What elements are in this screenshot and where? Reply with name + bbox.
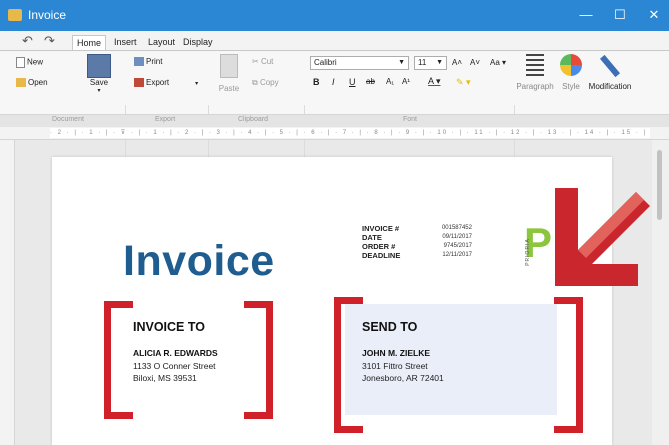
vertical-scrollbar[interactable] — [652, 140, 669, 445]
paragraph-button[interactable]: Paragraph — [516, 54, 554, 91]
window-titlebar: Invoice — ☐ ✕ — [0, 0, 669, 31]
send-to-name: JOHN M. ZIELKE — [362, 348, 431, 358]
style-button[interactable]: Style — [556, 54, 586, 91]
new-button[interactable]: New — [16, 57, 43, 68]
save-dropdown-icon[interactable]: ▾ — [84, 87, 114, 94]
undo-icon[interactable]: ↶ — [22, 33, 33, 49]
paragraph-icon — [526, 54, 544, 76]
send-to-heading: SEND TO — [362, 320, 418, 334]
save-button[interactable]: Save ▾ — [84, 54, 114, 94]
strikethrough-icon[interactable]: ab — [366, 77, 375, 86]
redo-icon[interactable]: ↷ — [44, 33, 55, 49]
tab-layout[interactable]: Layout — [144, 35, 179, 50]
send-to-address-line2: Jonesboro, AR 72401 — [362, 373, 444, 383]
ribbon-group-labels: Document Export Clipboard Font — [0, 114, 669, 127]
tab-display[interactable]: Display — [179, 35, 217, 50]
highlight-icon[interactable]: ✎ ▾ — [456, 77, 471, 88]
superscript-icon[interactable]: A¹ — [402, 77, 410, 86]
folder-icon — [16, 78, 26, 88]
scrollbar-thumb[interactable] — [657, 150, 662, 220]
subscript-icon[interactable]: A₁ — [386, 77, 394, 86]
window-title: Invoice — [28, 8, 67, 22]
change-case-icon[interactable]: Aa ▾ — [490, 58, 506, 67]
save-icon — [87, 54, 111, 78]
invoice-meta-values: 001587452 09/11/2017 9745/2017 12/11/201… — [441, 225, 472, 258]
font-size-select[interactable]: 11 ▼ — [414, 56, 447, 70]
highlight-bracket-right — [244, 301, 273, 419]
chevron-down-icon: ▼ — [398, 59, 405, 66]
group-label-clipboard: Clipboard — [238, 116, 268, 123]
send-to-address-line1: 3101 Fittro Street — [362, 361, 428, 371]
shrink-font-icon[interactable]: A˅ — [470, 58, 480, 67]
paste-icon — [220, 54, 238, 78]
close-button[interactable]: ✕ — [634, 3, 669, 27]
export-icon — [134, 78, 144, 88]
chevron-down-icon: ▼ — [436, 59, 443, 66]
app-icon — [8, 9, 22, 21]
underline-icon[interactable]: U — [349, 77, 356, 87]
font-color-icon[interactable]: A ▾ — [428, 76, 441, 87]
company-logo-text: PRIORIA — [524, 238, 531, 266]
group-label-document: Document — [52, 116, 84, 123]
modification-button[interactable]: Modification — [588, 54, 632, 91]
print-button[interactable]: Print — [134, 57, 162, 67]
font-family-select[interactable]: Calibri ▼ — [310, 56, 409, 70]
document-page[interactable]: Invoice INVOICE # DATE ORDER # DEADLINE … — [52, 157, 612, 445]
horizontal-ruler[interactable]: · 2 · | · 1 · | · ⊽ · | · 1 · | · 2 · | … — [0, 127, 669, 140]
export-button[interactable]: Export ▾ — [134, 78, 198, 88]
group-label-font: Font — [403, 116, 418, 123]
grow-font-icon[interactable]: A˄ — [452, 58, 462, 67]
tab-home[interactable]: Home — [72, 35, 107, 51]
red-arrow-icon — [555, 188, 650, 286]
copy-button[interactable]: ⧉ Copy — [252, 78, 279, 88]
pen-icon — [599, 54, 621, 78]
paste-button[interactable]: Paste — [216, 54, 242, 93]
palette-icon — [560, 54, 582, 76]
new-icon — [16, 57, 25, 68]
group-label-export: Export — [155, 116, 176, 123]
invoice-to-address-line2: Biloxi, MS 39531 — [133, 373, 197, 383]
invoice-meta-labels: INVOICE # DATE ORDER # DEADLINE — [362, 224, 401, 260]
bold-icon[interactable]: B — [313, 77, 320, 87]
italic-icon[interactable]: I — [332, 77, 335, 87]
invoice-to-name: ALICIA R. EDWARDS — [133, 348, 218, 358]
highlight-bracket-right — [554, 297, 583, 433]
quick-access-bar: ↶ ↷ Home Insert Layout Display — [0, 31, 669, 51]
print-icon — [134, 57, 144, 67]
invoice-title: Invoice — [123, 237, 275, 285]
highlight-bracket-left — [104, 301, 133, 419]
invoice-to-heading: INVOICE TO — [133, 320, 206, 334]
scissors-icon: ✂ — [252, 57, 259, 66]
copy-icon: ⧉ — [252, 78, 258, 87]
open-button[interactable]: Open — [16, 78, 48, 88]
vertical-ruler[interactable] — [0, 140, 15, 445]
highlight-bracket-left — [334, 297, 363, 433]
tab-insert[interactable]: Insert — [110, 35, 141, 50]
invoice-to-address-line1: 1133 O Conner Street — [133, 361, 216, 371]
cut-button[interactable]: ✂ Cut — [252, 57, 273, 66]
